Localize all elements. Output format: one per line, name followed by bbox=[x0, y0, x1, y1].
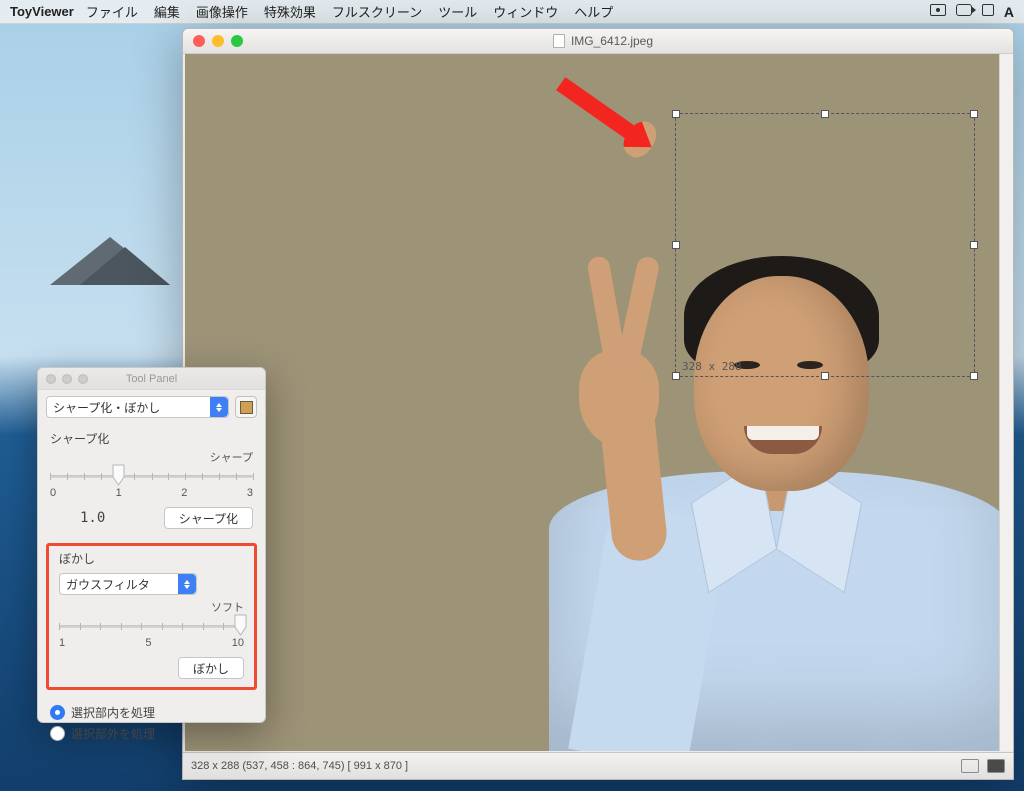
selection-handle-ne[interactable] bbox=[970, 110, 978, 118]
selection-scope-radios: 選択部内を処理 選択部外を処理 bbox=[38, 698, 265, 754]
menu-help[interactable]: ヘルプ bbox=[574, 2, 613, 21]
radio-outside-label: 選択部外を処理 bbox=[71, 725, 155, 742]
vertical-scrollbar[interactable] bbox=[999, 54, 1013, 751]
app-indicator-icon[interactable]: A bbox=[1004, 4, 1014, 20]
statusbar-icon-fullscreen[interactable] bbox=[987, 759, 1005, 773]
sharpen-slider-thumb[interactable] bbox=[112, 464, 125, 486]
blur-apply-button[interactable]: ぼかし bbox=[178, 657, 244, 679]
effect-mode-value: シャープ化・ぼかし bbox=[53, 399, 160, 416]
panel-close-button[interactable] bbox=[46, 374, 56, 384]
menu-fullscreen[interactable]: フルスクリーン bbox=[332, 2, 422, 21]
menu-window[interactable]: ウィンドウ bbox=[493, 2, 558, 21]
selection-size-label: 328 x 288 bbox=[682, 360, 742, 373]
blur-highlight-box: ぼかし ガウスフィルタ ソフト 1 5 bbox=[46, 543, 257, 690]
select-arrows-icon bbox=[178, 574, 196, 594]
menubar: ToyViewer ファイル 編集 画像操作 特殊効果 フルスクリーン ツール … bbox=[0, 0, 1024, 24]
blur-filter-select[interactable]: ガウスフィルタ bbox=[59, 573, 197, 595]
camera-icon[interactable] bbox=[930, 4, 946, 16]
radio-process-inside[interactable]: 選択部内を処理 bbox=[50, 704, 253, 721]
radio-inside-label: 選択部内を処理 bbox=[71, 704, 155, 721]
image-window-titlebar[interactable]: IMG_6412.jpeg bbox=[183, 29, 1013, 54]
selection-handle-w[interactable] bbox=[672, 241, 680, 249]
sharpen-scale-3: 3 bbox=[247, 487, 253, 499]
panel-zoom-button[interactable] bbox=[78, 374, 88, 384]
sharpen-apply-button[interactable]: シャープ化 bbox=[164, 507, 253, 529]
image-window: IMG_6412.jpeg 328 x 288 bbox=[182, 28, 1014, 780]
menu-image-ops[interactable]: 画像操作 bbox=[196, 2, 248, 21]
blur-slider-thumb[interactable] bbox=[234, 614, 247, 636]
sharpen-slider[interactable] bbox=[50, 467, 253, 485]
status-text: 328 x 288 (537, 458 : 864, 745) [ 991 x … bbox=[191, 760, 408, 772]
selection-handle-s[interactable] bbox=[821, 372, 829, 380]
blur-scale-1: 5 bbox=[145, 637, 151, 649]
sharpen-scale-1: 1 bbox=[116, 487, 122, 499]
radio-process-outside[interactable]: 選択部外を処理 bbox=[50, 725, 253, 742]
color-swatch-icon bbox=[240, 401, 253, 414]
menu-edit[interactable]: 編集 bbox=[154, 2, 180, 21]
radio-indicator-on-icon bbox=[50, 705, 65, 720]
tool-panel-titlebar[interactable]: Tool Panel bbox=[38, 368, 265, 390]
blur-scale-2: 10 bbox=[232, 637, 244, 649]
blur-scale-0: 1 bbox=[59, 637, 65, 649]
window-zoom-button[interactable] bbox=[231, 35, 243, 47]
selection-handle-sw[interactable] bbox=[672, 372, 680, 380]
color-picker-button[interactable] bbox=[235, 396, 257, 418]
blur-right-label: ソフト bbox=[59, 599, 244, 615]
menubar-app-name[interactable]: ToyViewer bbox=[10, 4, 74, 19]
menu-effects[interactable]: 特殊効果 bbox=[264, 2, 316, 21]
selection-marquee[interactable]: 328 x 288 bbox=[675, 113, 975, 377]
selection-handle-se[interactable] bbox=[970, 372, 978, 380]
tool-panel: Tool Panel シャープ化・ぼかし シャープ化 シャープ 0 1 2 bbox=[37, 367, 266, 723]
statusbar-icon-slideshow[interactable] bbox=[961, 759, 979, 773]
image-window-title: IMG_6412.jpeg bbox=[571, 34, 653, 48]
menu-file[interactable]: ファイル bbox=[86, 2, 138, 21]
blur-section: ぼかし ガウスフィルタ ソフト 1 5 bbox=[53, 548, 250, 679]
blur-filter-value: ガウスフィルタ bbox=[66, 576, 150, 593]
sharpen-heading: シャープ化 bbox=[50, 430, 253, 447]
effect-mode-select[interactable]: シャープ化・ぼかし bbox=[46, 396, 229, 418]
sharpen-scale-2: 2 bbox=[181, 487, 187, 499]
video-icon[interactable] bbox=[956, 4, 972, 16]
wallpaper-island bbox=[50, 225, 170, 285]
menu-tools[interactable]: ツール bbox=[438, 2, 477, 21]
sharpen-right-label: シャープ bbox=[50, 449, 253, 465]
display-icon[interactable] bbox=[982, 4, 994, 16]
image-window-statusbar: 328 x 288 (537, 458 : 864, 745) [ 991 x … bbox=[183, 752, 1013, 779]
select-arrows-icon bbox=[210, 397, 228, 417]
panel-minimize-button[interactable] bbox=[62, 374, 72, 384]
image-canvas[interactable]: 328 x 288 bbox=[185, 54, 999, 751]
sharpen-scale-0: 0 bbox=[50, 487, 56, 499]
window-minimize-button[interactable] bbox=[212, 35, 224, 47]
blur-heading: ぼかし bbox=[59, 550, 244, 567]
document-proxy-icon[interactable] bbox=[553, 34, 565, 48]
menubar-status-icons: A bbox=[930, 4, 1014, 20]
window-traffic-lights bbox=[183, 35, 253, 47]
window-close-button[interactable] bbox=[193, 35, 205, 47]
blur-slider[interactable] bbox=[59, 617, 244, 635]
sharpen-value: 1.0 bbox=[80, 510, 105, 526]
selection-handle-nw[interactable] bbox=[672, 110, 680, 118]
sharpen-section: シャープ化 シャープ 0 1 2 3 1.0 シャープ化 bbox=[38, 424, 265, 539]
selection-handle-n[interactable] bbox=[821, 110, 829, 118]
selection-handle-e[interactable] bbox=[970, 241, 978, 249]
radio-indicator-off-icon bbox=[50, 726, 65, 741]
